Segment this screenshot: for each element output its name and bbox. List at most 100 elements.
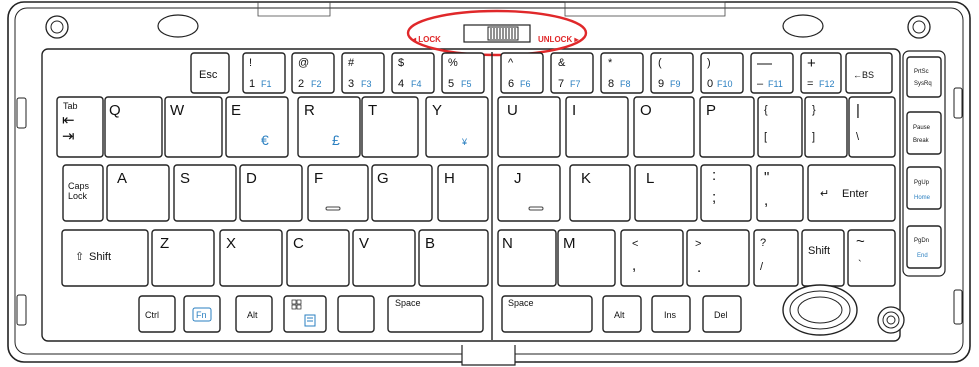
key-4-f4[interactable]: $ 4 F4 [391, 52, 435, 94]
key-0-f10[interactable]: ) 0 F10 [700, 52, 744, 94]
key-prtsc-label: PrtSc [914, 69, 929, 75]
key-t[interactable]: T [361, 96, 419, 158]
key-space-right[interactable]: Space [501, 295, 593, 333]
key-del[interactable]: Del [702, 295, 742, 333]
key-slash[interactable]: ?/ [753, 229, 799, 287]
key-n[interactable]: N [497, 229, 557, 287]
key-shift-label: Shift [89, 251, 111, 263]
key-minus-f11[interactable]: — – F11 [750, 52, 794, 94]
key-fn-label: F7 [570, 79, 581, 89]
key-u[interactable]: U [497, 96, 561, 158]
key-space-left[interactable]: Space [387, 295, 484, 333]
key-top-label: > [695, 238, 701, 250]
key-ins[interactable]: Ins [651, 295, 691, 333]
key-top-label: < [632, 238, 638, 250]
key-h[interactable]: H [437, 164, 489, 222]
key-b[interactable]: B [418, 229, 489, 287]
key-top-label: ) [707, 57, 711, 69]
key-top-label: } [812, 104, 816, 116]
key-main-label: 4 [398, 78, 404, 90]
key-tilde[interactable]: ~` [847, 229, 896, 287]
key-right-bracket[interactable]: }] [804, 96, 848, 158]
key-shift-left[interactable]: ⇧ Shift [61, 229, 149, 287]
key-semicolon[interactable]: :; [700, 164, 752, 222]
key-label: I [572, 102, 576, 119]
key-top-label: @ [298, 57, 309, 69]
key-d[interactable]: D [239, 164, 303, 222]
key-tab[interactable]: Tab ⇤ ⇥ [56, 96, 104, 158]
key-main-label: 9 [658, 78, 664, 90]
key-ctrl[interactable]: Ctrl [138, 295, 176, 333]
key-caps-lock[interactable]: Caps Lock [62, 164, 104, 222]
key-y[interactable]: Y¥ [425, 96, 489, 158]
key-label: E [231, 102, 241, 119]
key-c[interactable]: C [286, 229, 350, 287]
key-top-label: % [448, 57, 458, 69]
key-comma[interactable]: <, [620, 229, 684, 287]
key-g[interactable]: G [371, 164, 433, 222]
key-shift-right[interactable]: Shift [801, 229, 845, 287]
key-equals-f12[interactable]: + = F12 [800, 52, 842, 94]
key-windows[interactable] [283, 295, 327, 333]
key-s[interactable]: S [173, 164, 237, 222]
key-caps-label: Caps [68, 181, 90, 191]
key-z[interactable]: Z [151, 229, 215, 287]
key-v[interactable]: V [352, 229, 416, 287]
key-blank[interactable] [337, 295, 375, 333]
key-1-f1[interactable]: ! 1 F1 [242, 52, 286, 94]
key-j[interactable]: J [497, 164, 561, 222]
key-main-label: 8 [608, 78, 614, 90]
key-label: X [226, 235, 236, 252]
key-enter-label: Enter [842, 188, 869, 200]
key-left-bracket[interactable]: {[ [757, 96, 803, 158]
key-main-label: [ [764, 131, 767, 143]
key-m[interactable]: M [557, 229, 616, 287]
key-f[interactable]: F [307, 164, 369, 222]
key-sysrq-label: SysRq [914, 81, 932, 87]
key-o[interactable]: O [633, 96, 695, 158]
key-e[interactable]: E€ [225, 96, 289, 158]
key-home-label: Home [914, 195, 931, 201]
key-7-f7[interactable]: & 7 F7 [550, 52, 594, 94]
key-x[interactable]: X [219, 229, 283, 287]
key-space-label: Space [508, 298, 534, 308]
key-p[interactable]: P [699, 96, 755, 158]
key-w[interactable]: W [164, 96, 223, 158]
key-main-label: 5 [448, 78, 454, 90]
key-esc[interactable]: Esc [190, 52, 230, 94]
key-alt-label: Alt [247, 310, 258, 320]
key-i[interactable]: I [565, 96, 629, 158]
key-l[interactable]: L [634, 164, 698, 222]
key-2-f2[interactable]: @ 2 F2 [291, 52, 335, 94]
key-8-f8[interactable]: * 8 F8 [600, 52, 644, 94]
key-label: C [293, 235, 304, 252]
key-pause-break[interactable]: Pause Break [906, 111, 942, 155]
key-top-label: " [764, 169, 769, 186]
key-3-f3[interactable]: # 3 F3 [341, 52, 385, 94]
key-pgdn-end[interactable]: PgDn End [906, 225, 942, 269]
key-alt-right[interactable]: Alt [602, 295, 642, 333]
key-6-f6[interactable]: ^ 6 F6 [500, 52, 544, 94]
key-label: K [581, 170, 591, 187]
key-prtsc-sysrq[interactable]: PrtSc SysRq [906, 56, 942, 98]
key-enter[interactable]: ↵ Enter [807, 164, 896, 222]
key-a[interactable]: A [106, 164, 170, 222]
key-quote[interactable]: ", [756, 164, 804, 222]
key-alt-left[interactable]: Alt [235, 295, 273, 333]
key-label: T [368, 102, 377, 119]
key-fn[interactable]: Fn [183, 295, 221, 333]
key-r[interactable]: R£ [297, 96, 361, 158]
key-5-f5[interactable]: % 5 F5 [441, 52, 485, 94]
key-q[interactable]: Q [104, 96, 163, 158]
key-k[interactable]: K [569, 164, 631, 222]
side-tab-right-top [953, 87, 963, 119]
key-period[interactable]: >. [686, 229, 750, 287]
trackball[interactable] [782, 284, 858, 336]
key-backspace[interactable]: ←BS [845, 52, 893, 94]
key-9-f9[interactable]: ( 9 F9 [650, 52, 694, 94]
key-pgup-home[interactable]: PgUp Home [906, 166, 942, 210]
key-top-label: { [764, 104, 768, 116]
key-backslash[interactable]: |\ [848, 96, 896, 158]
key-fn-label: F8 [620, 79, 631, 89]
key-main-label: ] [812, 131, 815, 143]
